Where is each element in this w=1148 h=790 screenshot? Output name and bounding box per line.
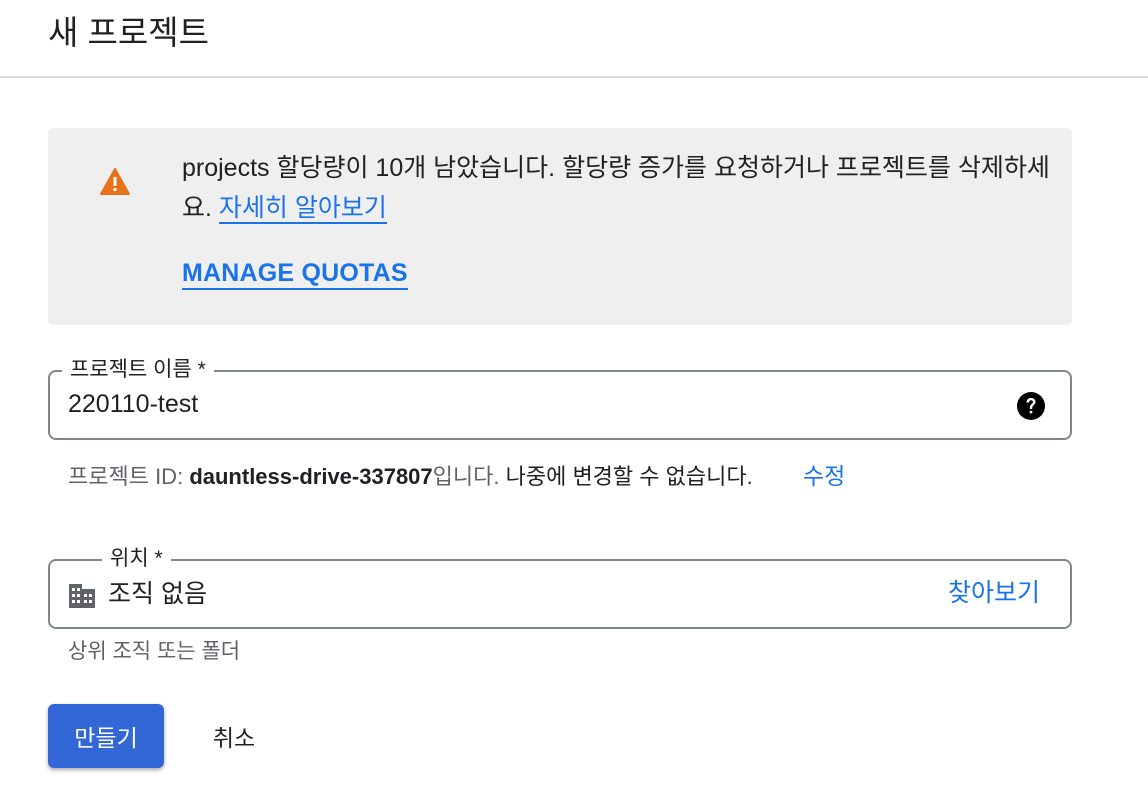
- help-circle-icon[interactable]: [1016, 391, 1046, 421]
- project-name-field[interactable]: 프로젝트 이름 * 220110-test: [48, 355, 1072, 440]
- quota-warning-message: projects 할당량이 10개 남았습니다. 할당량 증가를 요청하거나 프…: [182, 148, 1052, 228]
- quota-warning-banner: projects 할당량이 10개 남았습니다. 할당량 증가를 요청하거나 프…: [48, 128, 1072, 325]
- project-id-prefix: 프로젝트 ID:: [68, 464, 190, 489]
- manage-quotas-link[interactable]: MANAGE QUOTAS: [182, 258, 408, 290]
- warning-icon: [100, 168, 130, 195]
- project-name-input[interactable]: 220110-test: [68, 388, 198, 420]
- project-id-note: 프로젝트 ID: dauntless-drive-337807입니다. 나중에 …: [68, 462, 753, 492]
- location-value: 조직 없음: [108, 580, 207, 608]
- organization-building-icon: [69, 584, 95, 608]
- project-id-value: dauntless-drive-337807: [189, 464, 433, 489]
- learn-more-link[interactable]: 자세히 알아보기: [218, 194, 387, 224]
- project-id-suffix: 나중에 변경할 수 없습니다.: [499, 464, 753, 489]
- page-header: 새 프로젝트: [0, 0, 1148, 78]
- create-button[interactable]: 만들기: [48, 704, 164, 768]
- location-field[interactable]: 위치 * 조직 없음 찾아보기: [48, 544, 1072, 629]
- project-name-label: 프로젝트 이름 *: [62, 355, 214, 385]
- page-title: 새 프로젝트: [48, 14, 209, 51]
- browse-location-button[interactable]: 찾아보기: [948, 576, 1040, 610]
- cancel-button[interactable]: 취소: [196, 704, 272, 768]
- location-helper-text: 상위 조직 또는 폴더: [68, 640, 241, 663]
- location-label: 위치 *: [102, 544, 171, 574]
- edit-project-id-link[interactable]: 수정: [803, 461, 845, 491]
- project-id-suffix-gray: 입니다.: [432, 464, 500, 489]
